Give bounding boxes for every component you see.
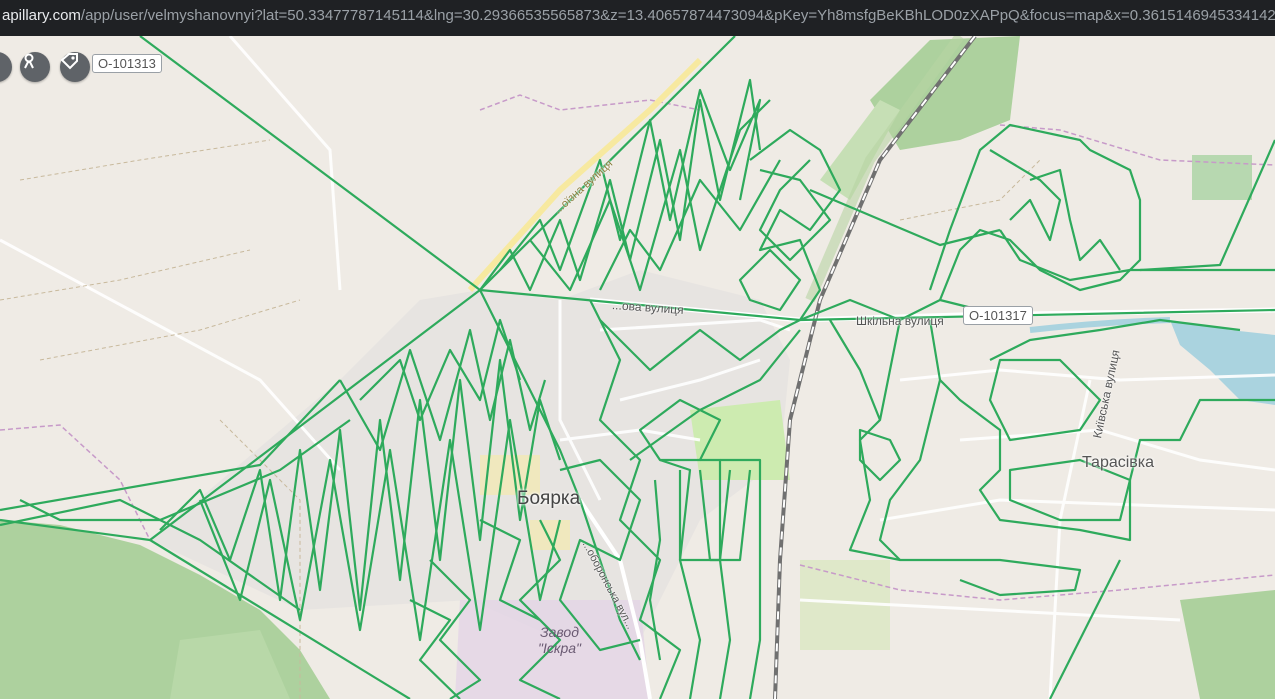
map-layer <box>0 36 1275 699</box>
tag-location-button[interactable] <box>60 52 90 82</box>
factory-label: Завод "Іскра" <box>538 624 581 656</box>
street-east: Шкільна вулиця <box>856 314 944 328</box>
place-tarasivka: Тарасівка <box>1082 454 1155 471</box>
road-label-o101313: О-101313 <box>92 54 162 73</box>
address-bar[interactable]: apillary.com/app/user/velmyshanovnyi?lat… <box>0 0 1275 37</box>
person-filter-button[interactable] <box>20 52 50 82</box>
map-canvas[interactable]: О-101313 О-101317 Боярка Тарасівка Завод… <box>0 36 1275 699</box>
tag-location-icon <box>60 53 78 70</box>
park-northeast <box>1192 155 1252 200</box>
factory-label-line1: Завод <box>540 624 579 640</box>
url-text: apillary.com/app/user/velmyshanovnyi?lat… <box>2 7 1275 24</box>
person-pin-icon <box>24 53 34 69</box>
school-area-2 <box>530 520 570 550</box>
road-label-o101317: О-101317 <box>963 306 1033 325</box>
factory-label-line2: "Іскра" <box>538 640 582 656</box>
place-boyarka: Боярка <box>517 488 581 509</box>
